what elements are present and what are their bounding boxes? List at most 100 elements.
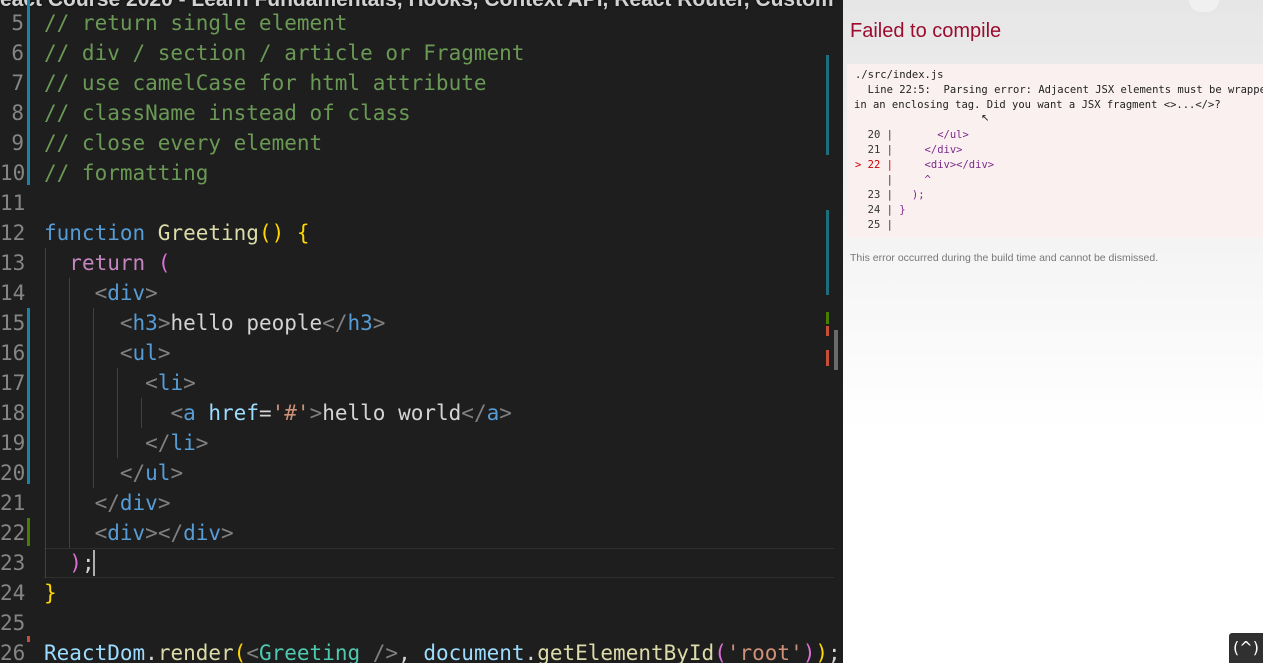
line-number: 7 [11,71,24,95]
code-line[interactable]: 5 // return single element [0,8,838,38]
code-token: } [44,581,57,605]
code-token: ul [145,461,171,485]
code-token: ></ [145,521,184,545]
line-number: 11 [0,191,26,215]
code-text: <div> [44,278,158,308]
code-frame-line: 21 | </div> [855,143,963,158]
scrollbar[interactable] [834,330,838,370]
code-line[interactable]: 17 <li> [0,368,838,398]
code-line[interactable]: 26 ReactDom.render(<Greeting />, document… [0,638,838,663]
code-token: > [157,491,171,515]
line-number: 16 [0,341,26,365]
code-token: > [157,311,171,335]
code-text: </div> [44,488,171,518]
indent-guide [93,308,94,488]
overview-ruler-marker [826,312,829,324]
code-text: function Greeting() { [44,218,310,248]
code-token: > [145,281,158,305]
code-frame-gutter: 23 | [855,189,900,201]
code-token: div [107,281,146,305]
code-token: < [246,641,259,663]
code-frame-gutter: 24 | [855,204,900,216]
code-token: hello people [170,311,323,335]
code-frame-code: </ul> [899,129,969,141]
error-overlay: Failed to compile ./src/index.js Line 22… [843,0,1263,663]
code-token: > [183,371,196,395]
line-number: 22 [0,521,26,545]
code-frame-code: <div></div> [899,159,995,171]
code-token: > [309,401,323,425]
code-line[interactable]: 19 </li> [0,428,838,458]
line-number: 23 [0,551,26,575]
code-line[interactable]: 24} [0,578,838,608]
code-line[interactable]: 10 // formatting [0,158,838,188]
code-line[interactable]: 15 <h3>hello people</h3> [0,308,838,338]
code-token: > [221,521,234,545]
error-note: This error occurred during the build tim… [850,252,1159,264]
code-token: div [183,521,222,545]
code-line[interactable]: 14 <div> [0,278,838,308]
line-number: 6 [11,41,24,65]
code-line[interactable]: 6 // div / section / article or Fragment [0,38,838,68]
code-text: <ul> [44,338,171,368]
code-token: // return single element [44,11,348,35]
code-line[interactable]: 12 function Greeting() { [0,218,838,248]
code-line[interactable]: 13 return ( [0,248,838,278]
code-line[interactable]: 23 ); [0,548,838,578]
code-token: . [145,641,158,663]
error-message: Line 22:5: Parsing error: Adjacent JSX e… [855,84,1263,96]
line-number: 10 [0,161,26,185]
error-details: ./src/index.js Line 22:5: Parsing error:… [847,64,1263,238]
code-text: <a href='#'>hello world</a> [44,398,511,428]
code-line[interactable]: 7 // use camelCase for html attribute [0,68,838,98]
code-token: ( [157,251,171,275]
code-frame-gutter: 25 | [855,219,900,231]
code-line[interactable]: 9 // close every element [0,128,838,158]
code-line[interactable]: 11 [0,188,838,218]
overview-ruler-marker [826,210,829,295]
code-text: // formatting [44,158,208,188]
code-frame-line: 24 | } [855,203,906,218]
code-frame-line: 23 | ); [855,188,925,203]
line-number: 24 [0,581,26,605]
code-line[interactable]: 21 </div> [0,488,838,518]
code-token: li [170,431,196,455]
line-number: 15 [0,311,26,335]
line-number: 5 [11,11,24,35]
line-number: 19 [0,431,26,455]
code-token: < [94,281,108,305]
code-token: ( [233,641,247,663]
code-line[interactable]: 16 <ul> [0,338,838,368]
youtube-logo-icon[interactable]: (^) [1229,633,1263,663]
code-text: ReactDom.render(<Greeting />, document.g… [44,638,838,663]
code-line[interactable]: 20 </ul> [0,458,838,488]
code-editor[interactable]: eact Course 2020 - Learn Fundamentals, H… [0,0,838,663]
line-number: 13 [0,251,26,275]
indent-guide [45,248,46,578]
code-frame-code: } [899,204,906,216]
code-text: // div / section / article or Fragment [44,38,524,68]
code-token: </ [461,401,487,425]
code-token: document [423,641,525,663]
code-token: < [170,401,184,425]
code-line[interactable]: 25 [0,608,838,638]
code-text: <li> [44,368,196,398]
indent-guide [117,368,118,458]
code-line[interactable]: 22 <div></div> [0,518,838,548]
share-icon[interactable] [1189,0,1219,12]
code-token: // className instead of class [44,101,411,125]
code-token: hello world [322,401,462,425]
code-token: ul [132,341,158,365]
code-line[interactable]: 8 // className instead of class [0,98,838,128]
gutter-modified-marker [27,0,30,185]
gutter-error-marker [27,636,30,642]
code-token: < [119,341,133,365]
code-line[interactable]: 18 <a href='#'>hello world</a> [0,398,838,428]
